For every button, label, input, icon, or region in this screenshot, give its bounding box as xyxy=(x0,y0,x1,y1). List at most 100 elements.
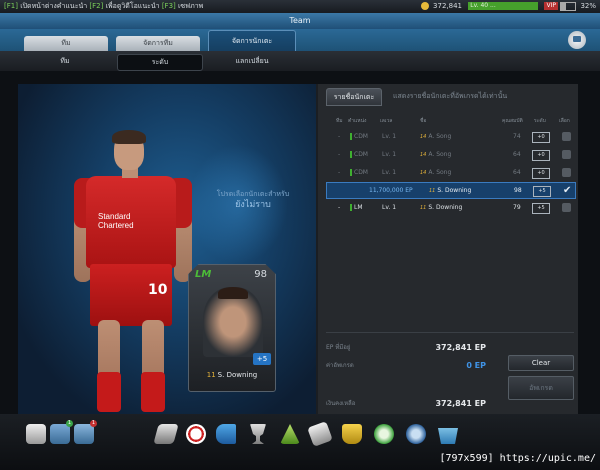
card-plus-badge: +5 xyxy=(253,353,271,365)
row-level: Lv. 1 xyxy=(382,151,397,158)
hotkey-f3: [F3] xyxy=(161,2,176,10)
col-attributes: คุณสมบัติ xyxy=(502,118,523,124)
card-player-photo xyxy=(203,287,263,357)
col-select: เลือก xyxy=(559,118,570,124)
upgrade-cost: ค่าอัพเกรด 0 EP xyxy=(326,358,486,374)
shop-icon[interactable] xyxy=(342,424,362,444)
row-level: Lv. 1 xyxy=(382,133,397,140)
col-grade: ระดับ xyxy=(534,118,546,124)
empty-slot-line1: โปรดเลือกนักเตะสำหรับ xyxy=(216,190,290,198)
subtab-team-label: ทีม xyxy=(60,57,70,65)
coin-balance: 372,841 xyxy=(433,2,462,10)
row-name-text: S. Downing xyxy=(428,204,463,211)
row-checkbox-checked[interactable] xyxy=(563,183,572,198)
card-overall: 98 xyxy=(254,269,267,280)
tab-manage-team[interactable]: จัดการทีม xyxy=(116,36,200,51)
ticket-icon[interactable] xyxy=(153,424,179,444)
row-level: Lv. 1 xyxy=(382,204,397,211)
status-right: 372,841 Lv. 40 ... VIP 32% xyxy=(420,0,596,13)
empty-slot-line2: ยังไม่ราบ xyxy=(235,200,271,210)
tab-manage-players[interactable]: จัดการนักเตะ xyxy=(208,30,296,52)
player-showcase: โปรดเลือกนักเตะสำหรับ ยังไม่ราบ Standard… xyxy=(18,84,316,414)
tab-team[interactable]: ทีม xyxy=(24,36,108,51)
row-checkbox[interactable] xyxy=(562,168,571,177)
row-team: - xyxy=(338,133,341,140)
row-plus: +0 xyxy=(532,132,550,143)
card-player-name: 11 S. Downing xyxy=(189,371,275,379)
cart-icon[interactable] xyxy=(438,428,458,444)
row-name: 14 A. Song xyxy=(420,147,451,163)
ball-icon[interactable] xyxy=(186,424,206,444)
empty-slot-text: โปรดเลือกนักเตะสำหรับ ยังไม่ราบ xyxy=(198,189,308,211)
table-row[interactable]: - CDM Lv. 1 14 A. Song 74 +0 xyxy=(326,129,574,144)
upgrade-button[interactable]: อัพเกรด xyxy=(508,376,574,400)
row-overall: 79 xyxy=(513,204,521,211)
level-text: Lv. 40 ... xyxy=(470,2,496,9)
table-row-selected[interactable]: 11,700,000 EP 11 S. Downing 98 +5 xyxy=(326,182,576,199)
upgrade-screen: โปรดเลือกนักเตะสำหรับ ยังไม่ราบ Standard… xyxy=(18,84,578,414)
player-hair xyxy=(112,130,146,144)
player-card[interactable]: LM 98 +5 11 S. Downing xyxy=(188,264,276,392)
row-plus: +5 xyxy=(532,203,550,214)
card-name-text: S. Downing xyxy=(217,371,258,379)
row-season-icon: 14 xyxy=(420,134,427,140)
window-title-text: Team xyxy=(289,16,311,25)
upgradeable-only-hint[interactable]: แสดงรายชื่อนักเตะที่อัพเกรดได้เท่านั้น xyxy=(393,88,507,104)
row-name-text: A. Song xyxy=(428,133,452,140)
sub-tab-bar: ทีม ระดับ แลกเปลี่ยน xyxy=(0,51,600,71)
table-row[interactable]: - LM Lv. 1 11 S. Downing 79 +5 xyxy=(326,200,574,215)
club-icon[interactable] xyxy=(374,424,394,444)
home-icon[interactable] xyxy=(568,31,586,49)
settings-icon[interactable] xyxy=(406,424,426,444)
row-checkbox[interactable] xyxy=(562,150,571,159)
main-tab-bar: ทีม จัดการทีม จัดการนักเตะ xyxy=(0,29,600,52)
row-team: - xyxy=(338,151,341,158)
coin-icon xyxy=(420,2,429,10)
clear-button[interactable]: Clear xyxy=(508,355,574,371)
row-season-icon: 14 xyxy=(420,170,427,176)
table-row[interactable]: - CDM Lv. 1 14 A. Song 64 +0 xyxy=(326,165,574,180)
profile-icon[interactable] xyxy=(26,424,46,444)
player-3d-model: Standard Chartered 10 xyxy=(68,130,198,412)
training-icon[interactable] xyxy=(280,424,300,444)
row-name: 14 A. Song xyxy=(420,129,451,145)
hotkey-f3-label: เซฟภาพ xyxy=(178,2,204,10)
row-team: - xyxy=(338,169,341,176)
tab-player-list[interactable]: รายชื่อนักเตะ xyxy=(326,88,382,106)
messages-icon[interactable] xyxy=(50,424,70,444)
upgrade-cost-label: ค่าอัพเกรด xyxy=(326,362,354,369)
bottom-toolbar: 1 1 [797x599] https://upic.me/ xyxy=(0,414,600,470)
hotkey-f1-label: เปิดหน้าต่างคำแนะนำ xyxy=(20,2,88,10)
tab-manage-team-label: จัดการทีม xyxy=(143,39,173,47)
row-season-icon: 11 xyxy=(429,188,436,194)
row-position: CDM xyxy=(350,165,368,180)
level-bar: Lv. 40 ... xyxy=(468,2,539,10)
vip-badge: VIP xyxy=(544,2,558,10)
subtab-level[interactable]: ระดับ xyxy=(117,54,203,71)
col-name[interactable]: ชื่อ xyxy=(420,117,426,125)
ep-available-label: EP ที่มีอยู่ xyxy=(326,344,351,351)
row-season-icon: 11 xyxy=(420,205,427,211)
sponsor-line1: Standard xyxy=(98,212,131,221)
tab-player-list-label: รายชื่อนักเตะ xyxy=(333,93,375,101)
subtab-exchange[interactable]: แลกเปลี่ยน xyxy=(212,54,292,69)
hotkey-hints: [F1] เปิดหน้าต่างคำแนะนำ [F2] เพื่อดูวิด… xyxy=(4,0,203,13)
boots-icon[interactable] xyxy=(216,424,236,444)
row-plus: +5 xyxy=(533,186,551,197)
subtab-team[interactable]: ทีม xyxy=(25,54,105,69)
friends-icon[interactable] xyxy=(74,424,94,444)
subtab-exchange-label: แลกเปลี่ยน xyxy=(235,57,269,65)
row-checkbox[interactable] xyxy=(562,132,571,141)
ep-remaining-label: เงินคงเหลือ xyxy=(326,400,356,407)
ep-remaining-value: 372,841 EP xyxy=(435,399,486,408)
row-checkbox[interactable] xyxy=(562,203,571,212)
window-title: Team xyxy=(0,13,600,29)
row-name: 11 S. Downing xyxy=(420,200,462,216)
hotkey-f1: [F1] xyxy=(4,2,18,10)
sponsor-line2: Chartered xyxy=(98,221,134,230)
cards-icon[interactable] xyxy=(307,421,333,447)
table-row[interactable]: - CDM Lv. 1 14 A. Song 64 +0 xyxy=(326,147,574,162)
tab-manage-players-label: จัดการนักเตะ xyxy=(231,37,273,45)
trophy-icon[interactable] xyxy=(250,424,266,444)
watermark: [797x599] https://upic.me/ xyxy=(439,453,596,464)
